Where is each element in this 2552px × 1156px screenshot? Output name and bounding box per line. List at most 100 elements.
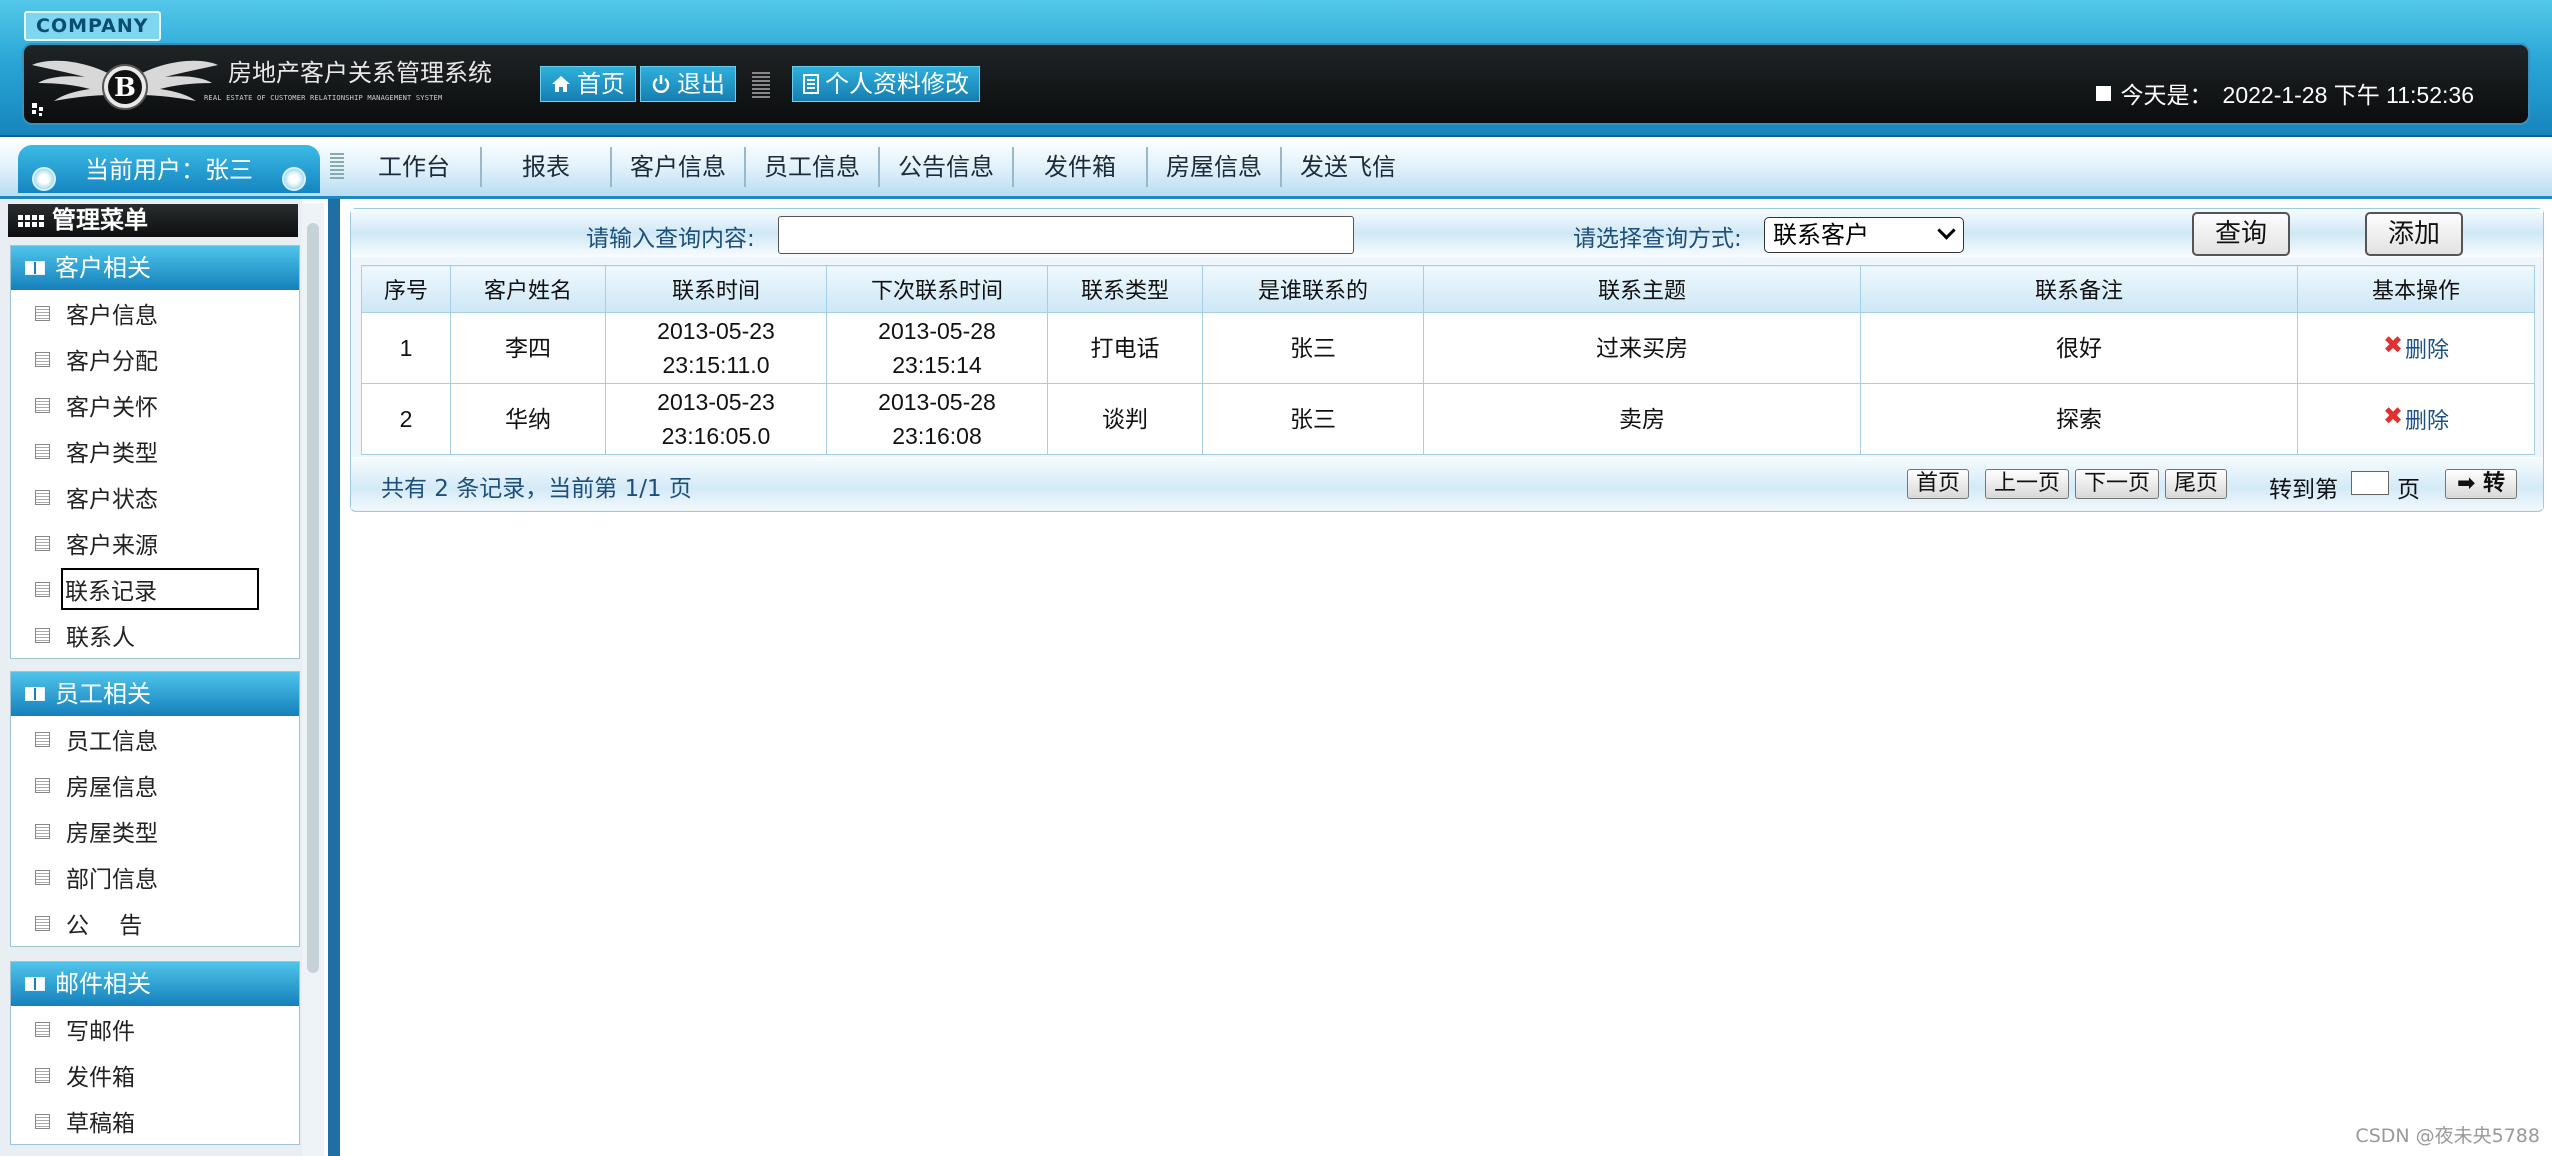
- scrollbar-thumb[interactable]: [307, 223, 319, 973]
- nav-notice-info[interactable]: 公告信息: [880, 147, 1014, 187]
- search-label: 请输入查询内容:: [586, 226, 755, 252]
- sidebar-item-label: 员工信息: [66, 729, 158, 755]
- document-icon: [35, 627, 50, 643]
- sidebar-item-label: 客户类型: [66, 441, 158, 467]
- delete-link[interactable]: ✖删除: [2383, 331, 2449, 363]
- sidebar-item-department-info[interactable]: 部门信息: [11, 854, 299, 900]
- delete-link[interactable]: ✖删除: [2383, 402, 2450, 434]
- cell-note: 很好: [1860, 312, 2298, 384]
- column-header: 是谁联系的: [1202, 265, 1424, 313]
- contact-clock: 23:15:11.0: [662, 352, 770, 378]
- profile-edit-button[interactable]: 个人资料修改: [792, 66, 980, 102]
- document-icon: [35, 915, 50, 931]
- group-header-mail[interactable]: 邮件相关: [11, 962, 299, 1006]
- next-clock: 23:15:14: [892, 352, 982, 378]
- sidebar-group-customer: 客户相关 客户信息 客户分配 客户关怀 客户类型 客户状态 客户来源 联系记录 …: [10, 245, 300, 659]
- contact-clock: 23:16:05.0: [661, 423, 771, 449]
- sidebar-item-label: 部门信息: [66, 867, 158, 893]
- chevron-down-icon: [1937, 221, 1956, 240]
- page-unit-label: 页: [2397, 477, 2420, 503]
- cell-type: 谈判: [1047, 383, 1203, 455]
- sidebar-item-write-mail[interactable]: 写邮件: [11, 1006, 299, 1052]
- query-button[interactable]: 查询: [2192, 212, 2290, 256]
- sidebar-splitter[interactable]: [328, 199, 340, 1156]
- pagination-bar: 共有 2 条记录，当前第 1/1 页 首页 上一页 下一页 尾页 转到第 页 ➡…: [351, 457, 2543, 509]
- search-input[interactable]: [778, 216, 1354, 254]
- column-header: 客户姓名: [450, 265, 606, 313]
- sidebar-item-outbox[interactable]: 发件箱: [11, 1052, 299, 1098]
- contact-date: 2013-05-23: [657, 389, 775, 415]
- sidebar-group-mail: 邮件相关 写邮件 发件箱 草稿箱: [10, 961, 300, 1145]
- delete-x-icon: ✖: [2382, 330, 2404, 359]
- sidebar-item-customer-source[interactable]: 客户来源: [11, 520, 299, 566]
- last-page-button[interactable]: 尾页: [2165, 469, 2228, 499]
- current-user-label: 当前用户：张三: [85, 156, 253, 184]
- book-icon: [25, 687, 45, 701]
- sidebar-item-label: 写邮件: [66, 1019, 135, 1045]
- add-button[interactable]: 添加: [2365, 212, 2463, 256]
- goto-page-input[interactable]: [2351, 471, 2389, 495]
- cell-contacted-by: 张三: [1202, 383, 1424, 455]
- cell-name: 华纳: [450, 383, 606, 455]
- sidebar-item-employee-info[interactable]: 员工信息: [11, 716, 299, 762]
- sidebar: 管理菜单 客户相关 客户信息 客户分配 客户关怀 客户类型 客户状态 客户来源 …: [0, 199, 302, 1156]
- column-header: 联系类型: [1047, 265, 1203, 313]
- nav-outbox[interactable]: 发件箱: [1014, 147, 1148, 187]
- watermark: CSDN @夜未央5788: [2355, 1125, 2540, 1147]
- sidebar-item-customer-info[interactable]: 客户信息: [11, 290, 299, 336]
- document-icon: [35, 731, 50, 747]
- group-header-employee[interactable]: 员工相关: [11, 672, 299, 716]
- goto-button[interactable]: ➡ 转: [2445, 469, 2517, 499]
- sidebar-item-customer-care[interactable]: 客户关怀: [11, 382, 299, 428]
- sidebar-item-label: 客户关怀: [66, 395, 158, 421]
- home-label: 首页: [577, 70, 625, 98]
- nav-customer-info[interactable]: 客户信息: [612, 147, 746, 187]
- sidebar-item-contact-records[interactable]: 联系记录: [11, 566, 299, 612]
- sidebar-scrollbar[interactable]: [302, 203, 324, 1156]
- contact-records-table: 序号 客户姓名 联系时间 下次联系时间 联系类型 是谁联系的 联系主题 联系备注…: [361, 265, 2535, 455]
- group-header-customer[interactable]: 客户相关: [11, 246, 299, 290]
- sidebar-item-contacts[interactable]: 联系人: [11, 612, 299, 658]
- document-icon: [35, 397, 50, 413]
- nav-reports[interactable]: 报表: [482, 147, 612, 187]
- sidebar-item-house-info[interactable]: 房屋信息: [11, 762, 299, 808]
- sidebar-group-employee: 员工相关 员工信息 房屋信息 房屋类型 部门信息 公 告: [10, 671, 300, 947]
- sidebar-item-label: 客户状态: [66, 487, 158, 513]
- cell-contact-time: 2013-05-23 23:16:05.0: [605, 383, 827, 455]
- cell-next-time: 2013-05-28 23:15:14: [826, 312, 1048, 384]
- home-button[interactable]: 首页: [540, 66, 636, 102]
- document-icon: [35, 823, 50, 839]
- tab-knob-icon: [32, 167, 56, 191]
- nav-menu: 工作台 报表 客户信息 员工信息 公告信息 发件箱 房屋信息 发送飞信: [350, 147, 1414, 187]
- sidebar-item-customer-status[interactable]: 客户状态: [11, 474, 299, 520]
- system-subtitle: REAL ESTATE OF CUSTOMER RELATIONSHIP MAN…: [204, 94, 443, 102]
- cell-type: 打电话: [1047, 312, 1203, 384]
- sidebar-item-customer-assign[interactable]: 客户分配: [11, 336, 299, 382]
- cell-subject: 过来买房: [1423, 312, 1861, 384]
- nav-grip-icon: [330, 153, 344, 181]
- query-mode-select[interactable]: 联系客户: [1764, 217, 1964, 253]
- contact-date: 2013-05-23: [657, 318, 775, 344]
- delete-label: 删除: [2405, 408, 2450, 434]
- table-row: 1 李四 2013-05-23 23:15:11.0 2013-05-28 23:1…: [361, 312, 2535, 384]
- sidebar-item-customer-type[interactable]: 客户类型: [11, 428, 299, 474]
- top-nav-bar: 当前用户：张三 工作台 报表 客户信息 员工信息 公告信息 发件箱 房屋信息 发…: [0, 137, 2552, 199]
- system-title: 房地产客户关系管理系统: [228, 59, 492, 87]
- prev-page-button[interactable]: 上一页: [1985, 469, 2070, 499]
- home-icon: [552, 76, 570, 92]
- first-page-button[interactable]: 首页: [1907, 469, 1970, 499]
- company-badge: COMPANY: [24, 11, 161, 41]
- logout-button[interactable]: 退出: [640, 66, 736, 102]
- document-icon: [35, 351, 50, 367]
- document-icon: [35, 581, 50, 597]
- nav-send-fetion[interactable]: 发送飞信: [1282, 147, 1414, 187]
- next-page-button[interactable]: 下一页: [2075, 469, 2160, 499]
- sidebar-item-drafts[interactable]: 草稿箱: [11, 1098, 299, 1144]
- nav-workbench[interactable]: 工作台: [350, 147, 482, 187]
- sidebar-item-notice[interactable]: 公 告: [11, 900, 299, 946]
- sidebar-item-label: 客户分配: [66, 349, 158, 375]
- nav-employee-info[interactable]: 员工信息: [746, 147, 880, 187]
- sidebar-item-house-type[interactable]: 房屋类型: [11, 808, 299, 854]
- current-user-tab: 当前用户：张三: [18, 145, 320, 193]
- nav-house-info[interactable]: 房屋信息: [1148, 147, 1282, 187]
